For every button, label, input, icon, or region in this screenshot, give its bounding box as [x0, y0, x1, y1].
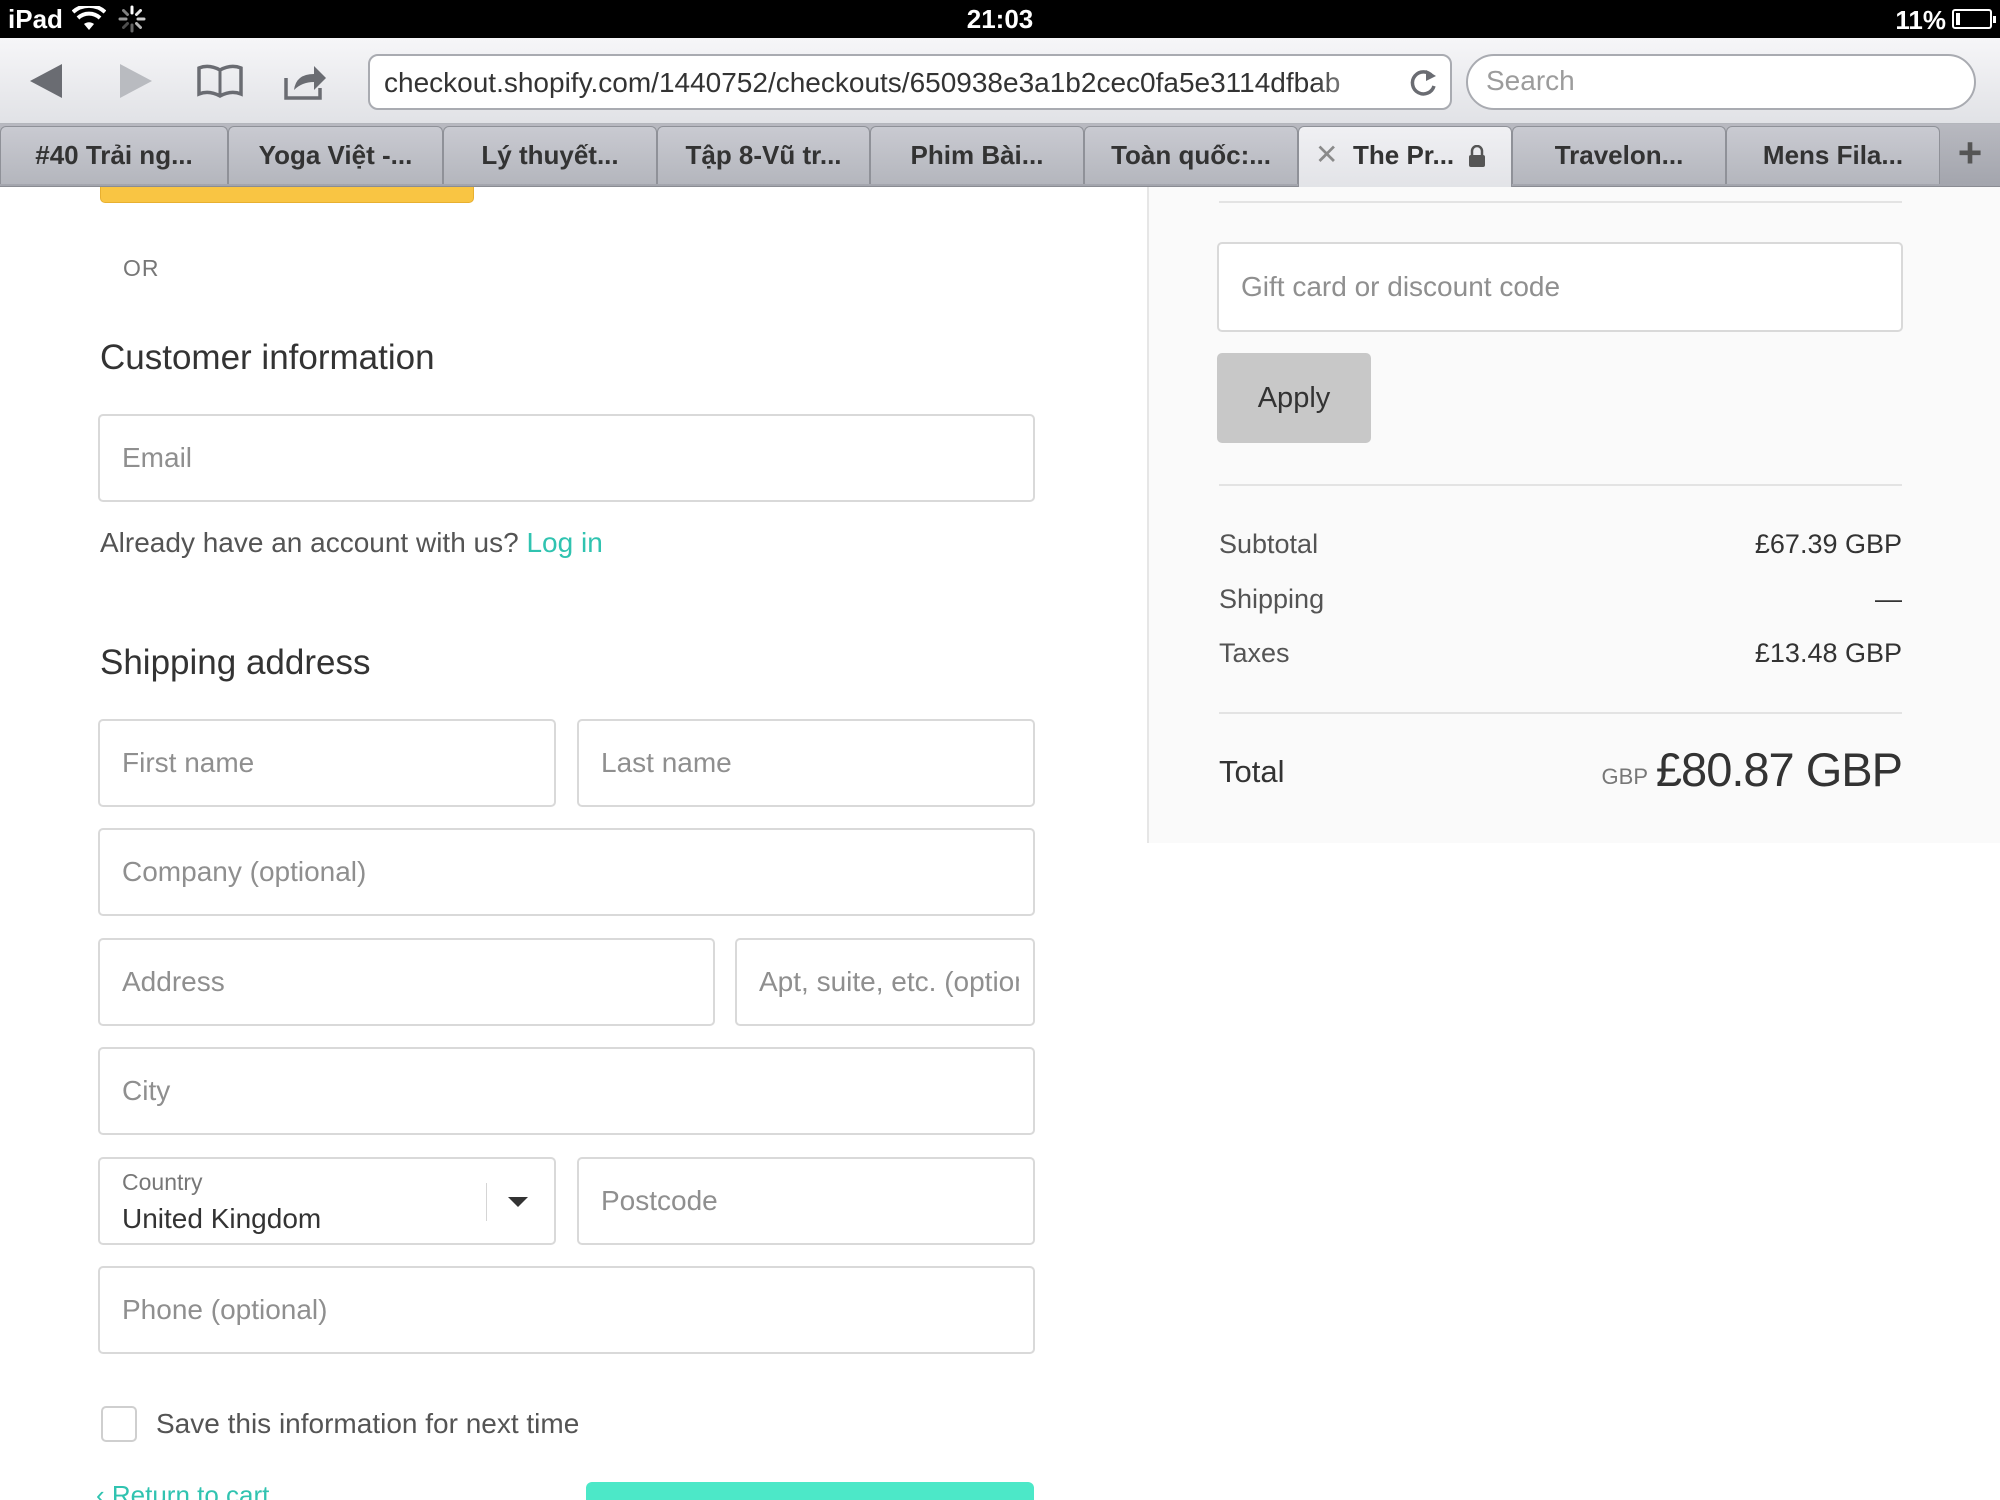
discount-code-field[interactable]	[1217, 242, 1903, 332]
divider	[1219, 484, 1902, 486]
country-value: United Kingdom	[122, 1203, 322, 1234]
city-input[interactable]	[122, 1049, 1019, 1133]
shipping-address-heading: Shipping address	[100, 643, 371, 682]
shipping-value: —	[1875, 584, 1902, 614]
email-field[interactable]	[98, 414, 1035, 502]
phone-field[interactable]	[98, 1266, 1035, 1354]
tab-label: Yoga Việt -...	[258, 140, 413, 170]
tab-label: Mens Fila...	[1762, 140, 1904, 170]
first-name-input[interactable]	[122, 721, 540, 805]
company-field[interactable]	[98, 828, 1035, 916]
taxes-label: Taxes	[1219, 638, 1290, 668]
tab-label: Lý thuyết...	[481, 140, 619, 170]
save-info-label: Save this information for next time	[156, 1408, 580, 1439]
tab-label: Tập 8-Vũ tr...	[685, 140, 842, 170]
or-divider: OR	[123, 255, 160, 281]
bookmarks-icon[interactable]	[195, 58, 245, 104]
apt-suite-field[interactable]	[735, 938, 1035, 1026]
battery-icon	[1952, 9, 1996, 29]
email-input[interactable]	[122, 416, 1019, 500]
browser-tab[interactable]: Mens Fila...	[1726, 126, 1940, 184]
country-select[interactable]: Country United Kingdom	[98, 1157, 556, 1245]
search-input[interactable]	[1486, 65, 1956, 97]
address-field[interactable]	[98, 938, 715, 1026]
return-to-cart-link[interactable]: ‹ Return to cart	[96, 1480, 269, 1500]
login-link[interactable]: Log in	[526, 527, 602, 558]
total-row: Total GBP £80.87 GBP	[1219, 742, 1903, 802]
battery-percentage: 11%	[1895, 5, 1946, 35]
browser-tab[interactable]: Toàn quốc:...	[1084, 126, 1298, 184]
forward-arrow-icon[interactable]	[110, 58, 160, 104]
browser-tab[interactable]: Lý thuyết...	[443, 126, 657, 184]
company-input[interactable]	[122, 830, 1019, 914]
browser-tab-active[interactable]: ✕ The Pr...	[1298, 126, 1512, 188]
tab-strip: #40 Trải ng... Yoga Việt -... Lý thuyết.…	[0, 124, 2000, 188]
browser-tab[interactable]: Tập 8-Vũ tr...	[657, 126, 870, 184]
browser-toolbar: checkout.shopify.com/1440752/checkouts/6…	[0, 38, 2000, 124]
country-label: Country	[122, 1169, 203, 1195]
clock: 21:03	[966, 4, 1034, 34]
apt-suite-input[interactable]	[759, 940, 1019, 1024]
total-label: Total	[1219, 754, 1285, 789]
total-amount: £80.87 GBP	[1655, 743, 1903, 796]
order-summary: Apply Subtotal £67.39 GBP Shipping — Tax…	[1147, 187, 2000, 843]
url-text: checkout.shopify.com/1440752/checkouts/6…	[384, 67, 1341, 98]
shipping-row: Shipping —	[1219, 584, 1902, 615]
tab-label: Phim Bài...	[910, 140, 1044, 170]
discount-code-input[interactable]	[1241, 244, 1881, 330]
total-currency: GBP	[1601, 764, 1648, 789]
browser-tab[interactable]: Travelon...	[1512, 126, 1726, 184]
select-separator	[486, 1183, 487, 1221]
save-info-checkbox[interactable]	[101, 1406, 137, 1442]
browser-tab[interactable]: #40 Trải ng...	[0, 126, 228, 184]
last-name-input[interactable]	[601, 721, 1019, 805]
account-prompt: Already have an account with us? Log in	[100, 527, 603, 559]
close-tab-icon[interactable]: ✕	[1315, 127, 1338, 183]
share-icon[interactable]	[280, 58, 330, 104]
shipping-label: Shipping	[1219, 584, 1325, 614]
postcode-field[interactable]	[577, 1157, 1035, 1245]
tab-label: Toàn quốc:...	[1111, 140, 1271, 170]
tab-label: Travelon...	[1554, 140, 1684, 170]
address-bar[interactable]: checkout.shopify.com/1440752/checkouts/6…	[368, 54, 1452, 110]
customer-information-heading: Customer information	[100, 338, 435, 377]
back-arrow-icon[interactable]	[22, 58, 72, 104]
subtotal-value: £67.39 GBP	[1754, 529, 1902, 559]
divider	[1219, 201, 1902, 203]
new-tab-button[interactable]: +	[1940, 126, 2000, 184]
account-prompt-text: Already have an account with us?	[100, 527, 519, 558]
browser-tab[interactable]: Yoga Việt -...	[228, 126, 443, 184]
subtotal-label: Subtotal	[1219, 529, 1319, 559]
chevron-down-icon[interactable]	[508, 1197, 528, 1207]
last-name-field[interactable]	[577, 719, 1035, 807]
continue-button[interactable]	[586, 1482, 1034, 1500]
city-field[interactable]	[98, 1047, 1035, 1135]
search-field[interactable]	[1466, 54, 1976, 110]
browser-tab[interactable]: Phim Bài...	[870, 126, 1084, 184]
express-checkout-button[interactable]	[100, 187, 474, 203]
taxes-value: £13.48 GBP	[1754, 638, 1902, 668]
reload-icon[interactable]	[1406, 66, 1440, 100]
divider	[1219, 712, 1902, 714]
tab-label: The Pr...	[1353, 140, 1455, 170]
first-name-field[interactable]	[98, 719, 556, 807]
apply-button[interactable]: Apply	[1217, 353, 1371, 443]
tab-label: #40 Trải ng...	[35, 140, 193, 170]
subtotal-row: Subtotal £67.39 GBP	[1219, 529, 1902, 560]
address-input[interactable]	[122, 940, 699, 1024]
lock-icon	[1469, 145, 1485, 167]
status-bar: iPad 21:03 11%	[0, 0, 2000, 38]
phone-input[interactable]	[122, 1268, 1019, 1352]
taxes-row: Taxes £13.48 GBP	[1219, 638, 1902, 669]
postcode-input[interactable]	[601, 1159, 1019, 1243]
